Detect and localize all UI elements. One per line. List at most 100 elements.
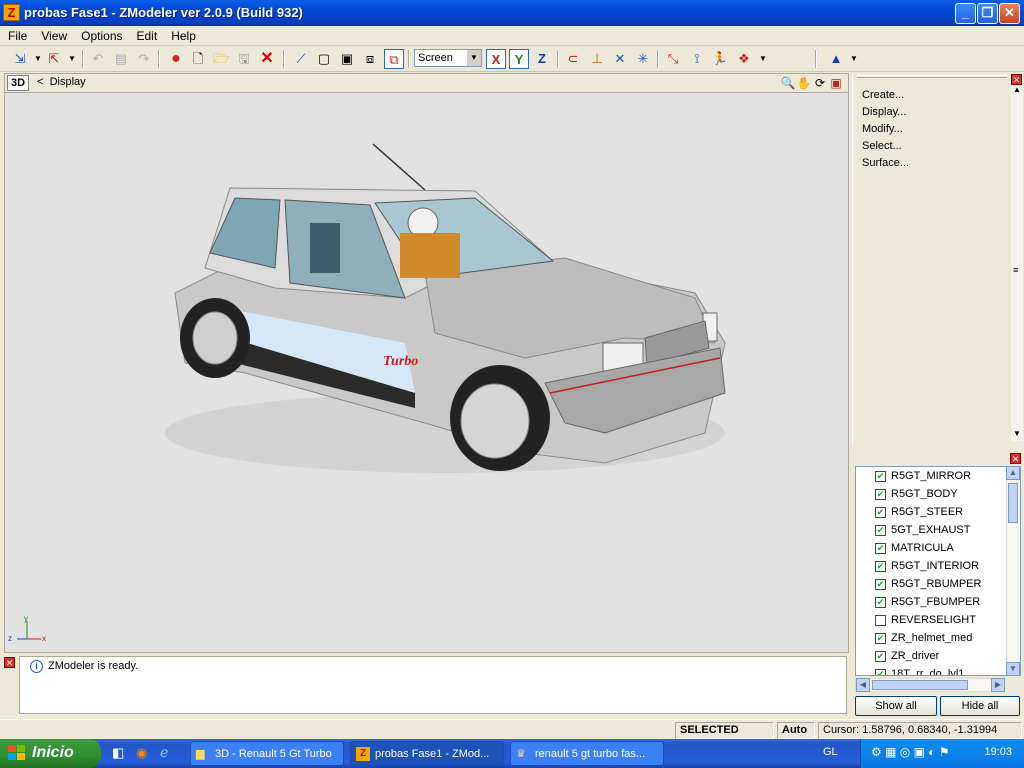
object-list-item[interactable]: ✔ R5GT_RBUMPER [856,575,1020,593]
command-panel-scrollbar[interactable]: ▲ ≡ ▼ [1011,85,1023,441]
object-list-item[interactable]: ✔ MATRICULA [856,539,1020,557]
scroll-left-icon[interactable]: ◀ [856,678,870,692]
object-visibility-checkbox[interactable]: ✔ [875,669,886,675]
object-list-item[interactable]: ✔ R5GT_FBUMPER [856,593,1020,611]
delete-icon[interactable]: ✕ [257,49,277,69]
surface-menu-item[interactable]: Surface... [858,155,1008,172]
pan-hand-icon[interactable]: ✋ [796,75,812,91]
menu-help[interactable]: Help [163,26,202,46]
object-visibility-checkbox[interactable]: ✔ [875,561,886,572]
ie-icon[interactable]: ℯ [160,744,168,761]
view-mode-select[interactable]: Screen ▼ [414,49,482,67]
pose-icon[interactable]: ⤡ [663,49,683,69]
select-menu-item[interactable]: Select... [858,138,1008,155]
close-command-panel-icon[interactable]: ✕ [1011,74,1022,85]
magnet-icon[interactable]: ⊂ [563,49,583,69]
object-list-item[interactable]: ✔ ZR_driver [856,647,1020,665]
axis-scale-icon[interactable]: ✳ [633,49,653,69]
selection-cube-icon[interactable]: ⧉ [384,49,404,69]
hide-all-button[interactable]: Hide all [940,696,1020,716]
figure-icon[interactable]: 🏃 [710,49,730,69]
scroll-grip-icon[interactable]: ≡ [1013,265,1018,275]
export-dropdown-icon[interactable]: ▼ [62,49,82,69]
object-list-item[interactable]: ✔ R5GT_BODY [856,485,1020,503]
axis-z-toggle[interactable]: Z [532,49,552,69]
open-folder-icon[interactable]: 🗁 [211,49,231,69]
modify-menu-item[interactable]: Modify... [858,121,1008,138]
record-icon[interactable]: ● [166,49,186,69]
import-icon[interactable]: ⇲ [10,49,30,69]
object-mode-icon[interactable]: ▣ [337,49,357,69]
render-dropdown-icon[interactable]: ▼ [844,49,864,69]
3d-viewport[interactable]: Turbo y x z [4,93,849,653]
new-file-icon[interactable]: 🗋 [188,49,208,69]
object-visibility-checkbox[interactable]: ✔ [875,543,886,554]
object-visibility-checkbox[interactable]: ✔ [875,597,886,608]
hscroll-thumb[interactable] [872,680,968,690]
undo-icon[interactable]: ↶ [88,49,108,69]
effects-icon[interactable]: ❖ [734,49,754,69]
rotate-view-icon[interactable]: ⟳ [812,75,828,91]
language-indicator[interactable]: GL [823,746,838,758]
restore-button[interactable]: ❐ [977,3,998,24]
close-objects-panel-icon[interactable]: ✕ [1010,453,1021,464]
objects-hscrollbar[interactable]: ◀ ▶ [855,678,1005,692]
zmodeler-app-icon[interactable]: Z [3,4,20,21]
close-log-icon[interactable]: ✕ [4,657,15,668]
axis-y-toggle[interactable]: Y [509,49,529,69]
create-menu-item[interactable]: Create... [858,87,1008,104]
bone-icon[interactable]: ⟟ [687,49,707,69]
menu-options[interactable]: Options [73,26,128,46]
display-breadcrumb[interactable]: < Display [37,76,86,88]
menu-file[interactable]: File [0,26,33,46]
axis-rotate-icon[interactable]: ✕ [610,49,630,69]
object-list-item[interactable]: ✔ R5GT_STEER [856,503,1020,521]
taskbar-button-image[interactable]: ♛ renault 5 gt turbo fas... [510,741,664,766]
axis-x-toggle[interactable]: X [486,49,506,69]
object-list-item[interactable]: ✔ R5GT_MIRROR [856,467,1020,485]
maximize-viewport-icon[interactable]: ▣ [828,75,844,91]
show-all-button[interactable]: Show all [855,696,937,716]
scroll-right-icon[interactable]: ▶ [991,678,1005,692]
zoom-icon[interactable]: 🔍 [780,75,796,91]
object-visibility-checkbox[interactable] [875,615,886,626]
object-visibility-checkbox[interactable]: ✔ [875,525,886,536]
object-list-item[interactable]: ✔ 18T_rr_do_lvl1 [856,665,1020,675]
vertex-mode-icon[interactable]: ⟋ [291,49,311,69]
render-icon[interactable]: ▲ [826,49,846,69]
object-list-item[interactable]: ✔ 5GT_EXHAUST [856,521,1020,539]
minimize-button[interactable]: _ [955,3,976,24]
scroll-up-icon[interactable]: ▲ [1013,85,1021,94]
taskbar-button-explorer[interactable]: ▆ 3D - Renault 5 Gt Turbo [190,741,344,766]
view-3d-button[interactable]: 3D [7,75,29,91]
firefox-icon[interactable]: ◉ [136,745,147,761]
object-visibility-checkbox[interactable]: ✔ [875,651,886,662]
menu-edit[interactable]: Edit [129,26,164,46]
object-list-item[interactable]: ✔ R5GT_INTERIOR [856,557,1020,575]
save-icon[interactable]: 🖫 [234,49,254,69]
object-visibility-checkbox[interactable]: ✔ [875,579,886,590]
axis-move-icon[interactable]: ⊥ [587,49,607,69]
scroll-down-icon[interactable]: ▼ [1013,429,1021,438]
object-visibility-checkbox[interactable]: ✔ [875,633,886,644]
object-list-item[interactable]: ✔ ZR_helmet_med [856,629,1020,647]
face-mode-icon[interactable]: ▢ [314,49,334,69]
vscroll-thumb[interactable] [1008,483,1018,523]
close-button[interactable]: ✕ [999,3,1020,24]
display-menu-item[interactable]: Display... [858,104,1008,121]
scroll-up-icon[interactable]: ▲ [1006,467,1020,480]
objects-vscrollbar[interactable]: ▲ ▼ [1006,467,1020,675]
object-visibility-checkbox[interactable]: ✔ [875,489,886,500]
scroll-down-icon[interactable]: ▼ [1006,662,1020,675]
object-list-item[interactable]: REVERSELIGHT [856,611,1020,629]
show-desktop-icon[interactable]: ◧ [112,745,124,761]
export-icon[interactable]: ⇱ [44,49,64,69]
effects-dropdown-icon[interactable]: ▼ [753,49,773,69]
menu-view[interactable]: View [33,26,73,46]
tray-icons[interactable]: ⚙ ▦ ◎ ▣ ◐ ⚑ [871,745,950,759]
start-button[interactable]: Inicio [0,739,101,768]
object-visibility-checkbox[interactable]: ✔ [875,507,886,518]
object-visibility-checkbox[interactable]: ✔ [875,471,886,482]
clipboard-icon[interactable]: ▤ [111,49,131,69]
taskbar-button-zmodeler[interactable]: Zprobas Fase1 - ZMod... [350,741,504,766]
